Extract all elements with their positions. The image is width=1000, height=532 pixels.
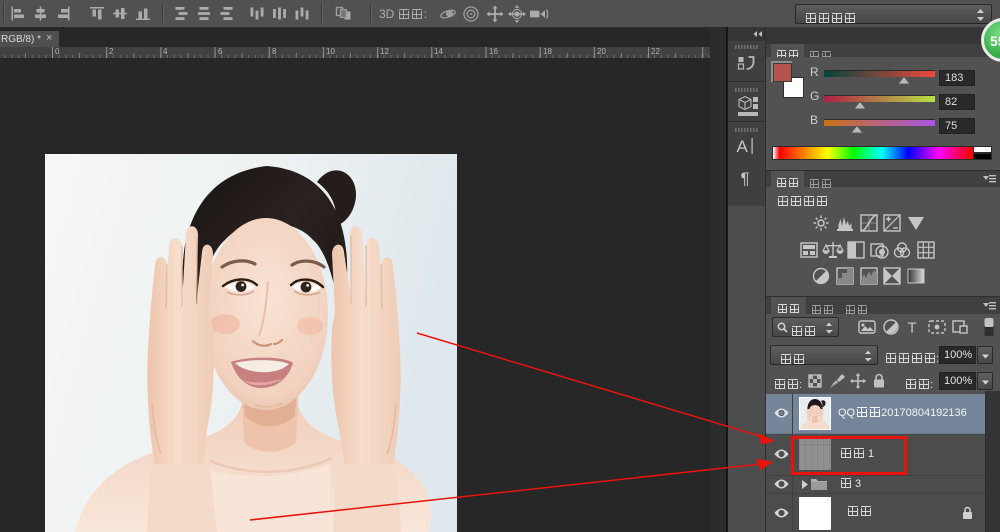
svg-text:T: T [908, 320, 917, 337]
svg-text:A: A [737, 137, 749, 156]
svg-text:¶: ¶ [741, 169, 750, 188]
